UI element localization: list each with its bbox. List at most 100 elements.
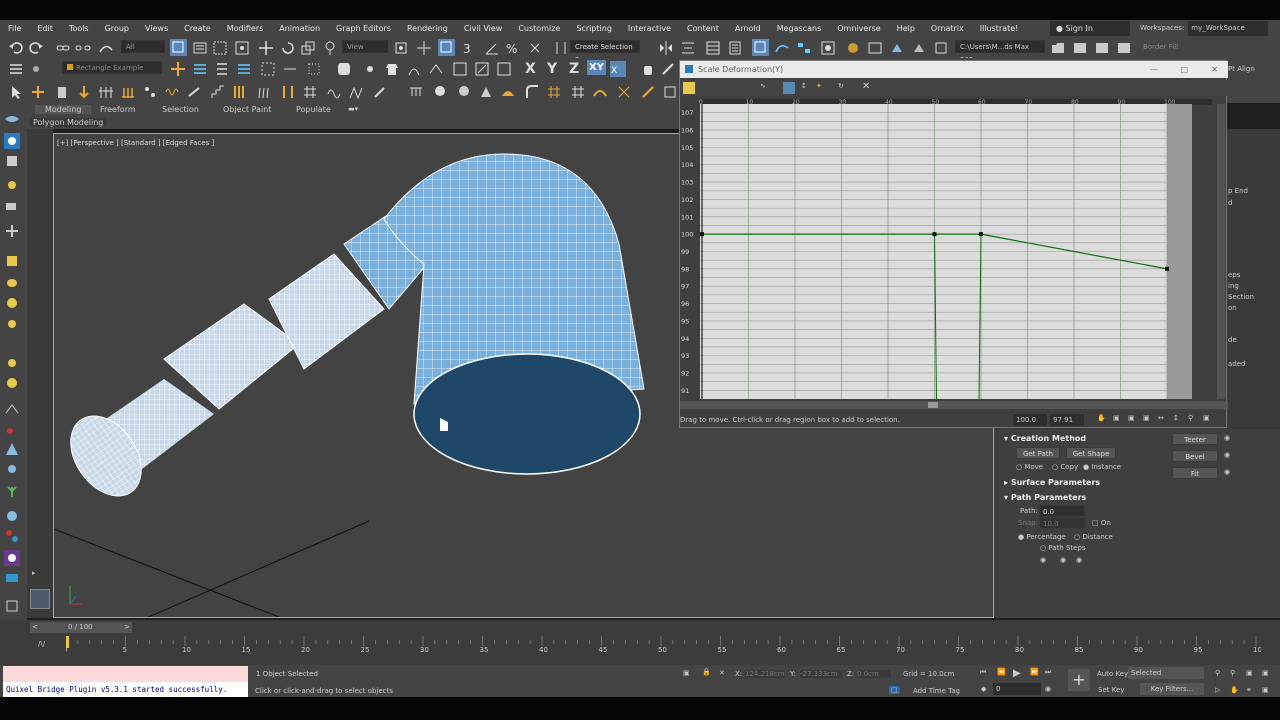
- fence-icon[interactable]: [98, 84, 114, 100]
- menu-edit[interactable]: Edit: [29, 24, 61, 33]
- key-filters-button[interactable]: Key Filters...: [1140, 683, 1204, 695]
- spring-icon[interactable]: [164, 84, 180, 100]
- bind-space-warp-icon[interactable]: [98, 40, 114, 56]
- curve-control-point[interactable]: [979, 232, 983, 237]
- dynamics-icon[interactable]: [4, 421, 20, 437]
- undo-icon[interactable]: [8, 40, 24, 56]
- curve-control-point[interactable]: [932, 232, 937, 237]
- polygon-modeling-panel[interactable]: Polygon Modeling: [30, 118, 107, 127]
- fit-button[interactable]: Fit: [1172, 467, 1218, 479]
- close-icon[interactable]: ✕: [1211, 61, 1218, 78]
- zoom-vertical-extents-icon[interactable]: ▣: [1143, 414, 1150, 422]
- pick-path-icon[interactable]: ◉: [1040, 556, 1046, 564]
- arrows-down-icon[interactable]: [280, 84, 296, 100]
- grass-icon[interactable]: [256, 84, 272, 100]
- uvw-map-icon[interactable]: [474, 61, 490, 77]
- zoom-icon[interactable]: ⚲: [1188, 414, 1193, 422]
- surface-parameters-rollout[interactable]: ▸ Surface Parameters: [1004, 478, 1100, 487]
- comb-icon[interactable]: [408, 84, 424, 100]
- menu-illustrate[interactable]: Illustrate!: [972, 24, 1027, 33]
- align-horizontal-icon[interactable]: [214, 61, 230, 77]
- lock-aspect-icon[interactable]: [683, 82, 695, 94]
- menu-create[interactable]: Create: [176, 24, 219, 33]
- uvw-icon[interactable]: [452, 61, 468, 77]
- ribbon-options-icon[interactable]: ▬▾: [348, 105, 358, 113]
- time-config-icon[interactable]: ◉: [1045, 685, 1051, 693]
- render-sphere-icon[interactable]: [4, 508, 20, 524]
- plant-icon[interactable]: [4, 483, 20, 499]
- tab-populate[interactable]: Populate: [296, 105, 331, 114]
- teapot-icon[interactable]: [4, 315, 20, 331]
- menu-civil-view[interactable]: Civil View: [456, 24, 511, 33]
- uvw-xform-icon[interactable]: [496, 61, 512, 77]
- render-setup-icon[interactable]: [845, 40, 861, 56]
- select-object-icon[interactable]: [170, 39, 187, 56]
- elbow-mesh[interactable]: [383, 153, 645, 475]
- menu-omniverse[interactable]: Omniverse: [829, 24, 888, 33]
- snap-toggle-icon[interactable]: [170, 61, 186, 77]
- dialog-title-bar[interactable]: Scale Deformation(Y) — □ ✕: [680, 61, 1228, 78]
- hair-icon[interactable]: [406, 61, 422, 77]
- zoom-viewport-icon[interactable]: ⚲: [1215, 669, 1220, 677]
- zoom-all-icon[interactable]: ⚲: [1230, 669, 1235, 677]
- menu-scripting[interactable]: Scripting: [568, 24, 620, 33]
- x-coordinate[interactable]: 124.218cm: [745, 670, 785, 678]
- toggle-scene-explorer-icon[interactable]: [705, 40, 721, 56]
- arrow-down-icon[interactable]: [76, 84, 92, 100]
- camera-icon[interactable]: [4, 198, 20, 214]
- border-fill-label[interactable]: Border Fill: [1143, 43, 1178, 51]
- prev-shape-icon[interactable]: ◉: [1060, 556, 1066, 564]
- menu-ornatrix[interactable]: Ornatrix: [923, 24, 972, 33]
- scale-icon[interactable]: [300, 40, 316, 56]
- rect-example-dropdown[interactable]: Rectangle Example: [62, 61, 162, 74]
- absolute-mode-icon[interactable]: ✕: [719, 669, 725, 677]
- orbit-icon[interactable]: ⚭: [1246, 686, 1252, 694]
- time-ruler[interactable]: 0510152025303540455055606570758085909510…: [63, 636, 1266, 664]
- angle-snap-icon[interactable]: [484, 40, 500, 56]
- pivot-icon[interactable]: [393, 40, 409, 56]
- light-bulb-icon[interactable]: [4, 178, 20, 194]
- next-shape-icon[interactable]: ◉: [1076, 556, 1082, 564]
- pencil-icon[interactable]: [660, 61, 676, 77]
- move-icon[interactable]: [258, 40, 274, 56]
- scale-control-point-icon[interactable]: ↕: [801, 82, 807, 90]
- value-field-1[interactable]: 100.0: [1013, 414, 1047, 426]
- percent-snap-icon[interactable]: %: [505, 40, 521, 56]
- menu-modifiers[interactable]: Modifiers: [219, 24, 272, 33]
- torus-icon[interactable]: [4, 375, 20, 391]
- balloon-icon[interactable]: [432, 84, 448, 100]
- render-production-icon[interactable]: [889, 40, 905, 56]
- rendered-frame-window-icon[interactable]: [867, 40, 883, 56]
- minimize-icon[interactable]: —: [1150, 61, 1158, 78]
- tape-icon[interactable]: [662, 84, 678, 100]
- selection-filter-dropdown[interactable]: All: [121, 40, 165, 53]
- path-deform-icon[interactable]: [592, 84, 608, 100]
- graph-vertical-scrollbar[interactable]: [1217, 104, 1225, 399]
- toggle-ribbon-icon[interactable]: [752, 39, 769, 56]
- percentage-radio[interactable]: ● Percentage: [1018, 533, 1066, 541]
- maxscript-output[interactable]: Quixel Bridge Plugin v5.3.1 started succ…: [3, 682, 248, 697]
- timeline-expand-icon[interactable]: /\/: [38, 640, 45, 648]
- teeter-toggle-icon[interactable]: ◉: [1224, 434, 1230, 442]
- menu-icon[interactable]: [8, 61, 24, 77]
- grid-icon[interactable]: [570, 84, 586, 100]
- path-parameters-rollout[interactable]: ▾ Path Parameters: [1004, 493, 1086, 502]
- pt-align-label[interactable]: Pt Align: [1228, 65, 1255, 73]
- time-cursor[interactable]: [66, 636, 69, 648]
- menu-tools[interactable]: Tools: [61, 24, 97, 33]
- z-coordinate[interactable]: 0.0cm: [857, 670, 891, 678]
- teeter-button[interactable]: Teeter: [1172, 433, 1218, 445]
- axis-constraint-icon[interactable]: X: [610, 61, 626, 77]
- zoom-vertical-icon[interactable]: ↕: [1173, 414, 1179, 422]
- maximize-icon[interactable]: □: [1180, 61, 1188, 78]
- lattice-icon[interactable]: [546, 84, 562, 100]
- tab-modeling[interactable]: Modeling: [35, 105, 92, 114]
- reset-curve-icon[interactable]: ✕: [862, 81, 870, 92]
- window-crossing-icon[interactable]: [234, 40, 250, 56]
- get-path-button[interactable]: Get Path: [1016, 447, 1060, 459]
- menu-group[interactable]: Group: [97, 24, 137, 33]
- edit-named-selection-icon[interactable]: [553, 40, 569, 56]
- cursor-icon[interactable]: [8, 84, 24, 100]
- wave-icon[interactable]: [326, 84, 342, 100]
- render-iterative-icon[interactable]: [911, 40, 927, 56]
